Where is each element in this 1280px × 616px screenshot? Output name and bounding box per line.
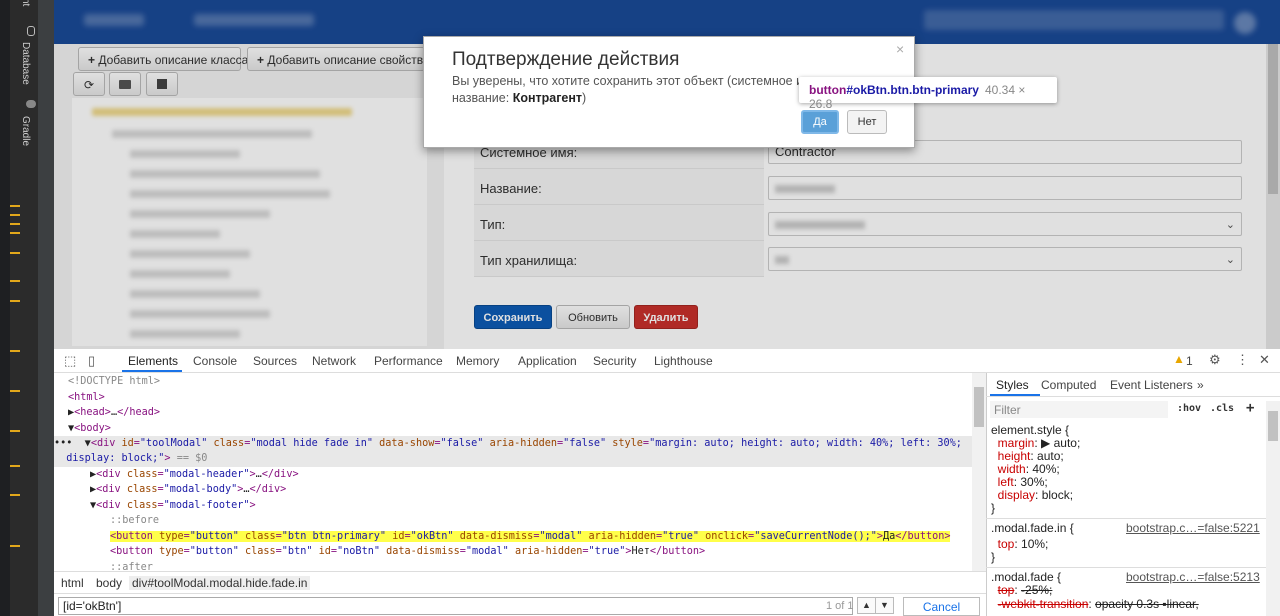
- no-button[interactable]: Нет: [847, 110, 887, 134]
- css-decl-overridden[interactable]: -webkit-transition: opacity 0.3s ▪linear…: [991, 598, 1199, 611]
- ide-gutter: [38, 0, 54, 616]
- ide-side-strip: nt Database Gradle: [0, 0, 38, 616]
- devtools-tabbar: ⬚ ▯ Elements Console Sources Network Per…: [54, 349, 1280, 373]
- tab-computed[interactable]: Computed: [1041, 378, 1096, 392]
- css-decl-overridden[interactable]: top: -25%;: [991, 584, 1053, 597]
- device-toggle-icon[interactable]: ▯: [88, 353, 95, 369]
- marker: [10, 350, 20, 352]
- gradle-icon: [26, 100, 36, 108]
- database-icon: [27, 26, 35, 36]
- warning-count[interactable]: 1: [1186, 354, 1193, 368]
- crumb-html[interactable]: html: [61, 576, 84, 590]
- search-next-button[interactable]: ▼: [875, 597, 894, 614]
- styles-scrollbar[interactable]: [1266, 401, 1280, 616]
- marker: [10, 280, 20, 282]
- dom-search-bar: [id='okBtn'] 1 of 1 ▲ ▼ Cancel: [54, 593, 986, 616]
- marker: [10, 300, 20, 302]
- close-icon[interactable]: ✕: [1259, 352, 1270, 368]
- ide-stripe: [0, 0, 10, 616]
- tab-network[interactable]: Network: [312, 354, 356, 368]
- marker: [10, 390, 20, 392]
- ok-button[interactable]: Да: [801, 110, 839, 134]
- more-vert-icon[interactable]: ⋮: [1236, 352, 1249, 368]
- ide-tab-partial[interactable]: nt: [20, 0, 31, 6]
- tab-lighthouse[interactable]: Lighthouse: [654, 354, 713, 368]
- inspect-tooltip: button#okBtn.btn.btn-primary 40.34 × 26.8: [799, 77, 1057, 111]
- tab-styles[interactable]: Styles: [996, 378, 1029, 392]
- styles-scrollbar-thumb[interactable]: [1268, 411, 1278, 441]
- css-source-link[interactable]: bootstrap.c…=false:5213: [1126, 571, 1260, 584]
- dom-search-input[interactable]: [id='okBtn']: [58, 597, 853, 615]
- styles-active-indicator: [990, 394, 1040, 396]
- marker: [10, 214, 20, 216]
- crumb-modal[interactable]: div#toolModal.modal.hide.fade.in: [129, 576, 311, 590]
- marker: [10, 430, 20, 432]
- styles-filter-input[interactable]: Filter: [990, 401, 1168, 418]
- tab-application[interactable]: Application: [518, 354, 577, 368]
- tab-performance[interactable]: Performance: [374, 354, 443, 368]
- add-rule-icon[interactable]: +: [1246, 400, 1254, 416]
- rule-divider: [986, 567, 1266, 568]
- marker: [10, 223, 20, 225]
- tab-console[interactable]: Console: [193, 354, 237, 368]
- marker: [10, 205, 20, 207]
- modal-body-text-2: название:: [452, 91, 513, 105]
- css-rule-close: }: [991, 501, 996, 515]
- css-rule-close: }: [991, 550, 996, 564]
- css-decl[interactable]: top: 10%;: [991, 538, 1049, 551]
- marker: [10, 545, 20, 547]
- tab-event-listeners[interactable]: Event Listeners: [1110, 378, 1193, 392]
- styles-tabbar: Styles Computed Event Listeners »: [986, 373, 1280, 397]
- tooltip-tag: button: [809, 83, 847, 97]
- modal-title: Подтверждение действия: [452, 49, 680, 70]
- modal-body-text: Вы уверены, что хотите сохранить этот об…: [452, 74, 812, 88]
- marker: [10, 252, 20, 254]
- search-prev-button[interactable]: ▲: [857, 597, 876, 614]
- active-tab-indicator: [122, 370, 182, 372]
- marker: [10, 232, 20, 234]
- breadcrumb: html body div#toolModal.modal.hide.fade.…: [54, 571, 986, 593]
- tab-sources[interactable]: Sources: [253, 354, 297, 368]
- search-count: 1 of 1: [826, 600, 854, 612]
- search-cancel-button[interactable]: Cancel: [903, 597, 980, 616]
- styles-filter-row: Filter :hov .cls +: [990, 400, 1266, 419]
- chevron-down-icon: ▼: [880, 600, 889, 610]
- css-source-link[interactable]: bootstrap.c…=false:5221: [1126, 522, 1260, 535]
- rule-divider: [986, 518, 1266, 519]
- cls-toggle[interactable]: .cls: [1210, 403, 1234, 414]
- marker: [10, 494, 20, 496]
- ide-tab-gradle[interactable]: Gradle: [20, 116, 31, 146]
- dom-scrollbar-thumb[interactable]: [974, 387, 984, 427]
- crumb-body[interactable]: body: [96, 576, 122, 590]
- close-icon[interactable]: ×: [896, 41, 904, 57]
- css-decl[interactable]: display: block;: [991, 489, 1073, 502]
- hov-toggle[interactable]: :hov: [1177, 403, 1201, 414]
- more-tabs-icon[interactable]: »: [1197, 378, 1204, 392]
- tab-memory[interactable]: Memory: [456, 354, 499, 368]
- tab-security[interactable]: Security: [593, 354, 636, 368]
- inspect-element-icon[interactable]: ⬚: [64, 353, 76, 369]
- dom-tree[interactable]: <!DOCTYPE html> <html> ▶<head>…</head> ▼…: [54, 373, 972, 571]
- modal-body-suffix: ): [582, 91, 587, 105]
- modal-object-name: Контрагент: [512, 91, 583, 105]
- chevron-up-icon: ▲: [862, 600, 871, 610]
- gear-icon[interactable]: ⚙: [1209, 352, 1221, 368]
- tooltip-selector: #okBtn.btn.btn-primary: [846, 83, 979, 97]
- warning-icon[interactable]: ▲: [1173, 352, 1185, 366]
- css-rule-selector: .modal.fade.in {bootstrap.c…=false:5221: [991, 521, 1260, 535]
- marker: [10, 465, 20, 467]
- dom-scrollbar[interactable]: [972, 373, 986, 571]
- tab-elements[interactable]: Elements: [128, 354, 178, 368]
- ide-tab-database[interactable]: Database: [20, 42, 31, 85]
